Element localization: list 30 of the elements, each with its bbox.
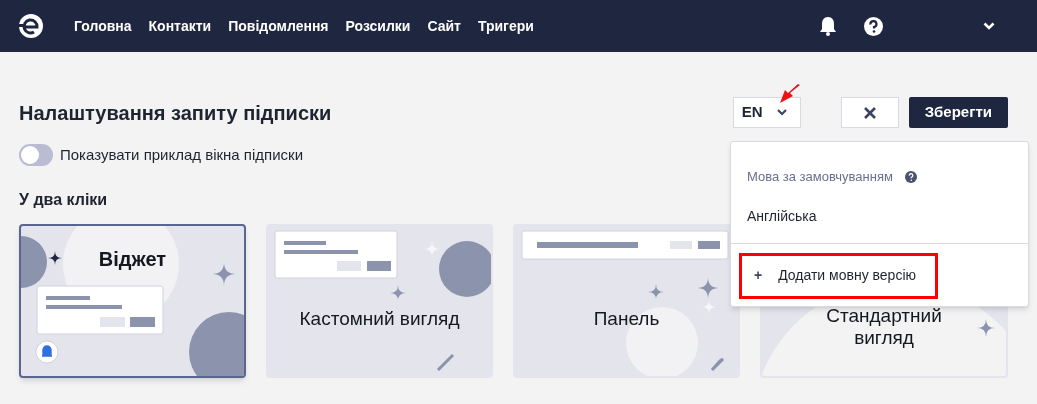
chevron-down-icon[interactable] <box>983 22 995 30</box>
card-title: Кастомний вигляд <box>299 306 460 331</box>
save-button[interactable]: Зберегти <box>908 97 1008 128</box>
nav-link[interactable]: Контакти <box>148 15 212 37</box>
nav-link[interactable]: Сайт <box>427 15 461 37</box>
template-card[interactable]: Віджет <box>19 223 246 378</box>
template-card[interactable]: Кастомний вигляд <box>266 223 493 378</box>
logo-icon[interactable] <box>18 13 44 39</box>
card-title: Стандартний вигляд <box>825 304 943 349</box>
nav-link[interactable]: Тригери <box>477 15 534 37</box>
add-language-version-button[interactable]: + Додати мовну версію <box>739 252 938 299</box>
chevron-down-icon <box>776 109 787 116</box>
page-title: Налаштування запиту підписки <box>19 100 332 126</box>
nav-link[interactable]: Головна <box>74 15 132 37</box>
help-icon[interactable] <box>864 16 883 36</box>
close-button[interactable] <box>840 97 899 128</box>
notification-bell-icon[interactable] <box>819 16 837 36</box>
close-icon <box>863 106 876 119</box>
toggle-label: Показувати приклад вікна підписки <box>60 145 304 165</box>
section-title: У два кліки <box>18 189 109 210</box>
card-title: Віджет <box>98 246 167 272</box>
dropdown-section-label: Мова за замовчуванням <box>747 168 893 186</box>
card-title: Панель <box>593 306 660 331</box>
template-card[interactable]: Панель <box>513 223 740 378</box>
pointer-arrow-icon <box>779 84 801 104</box>
nav-link[interactable]: Розсилки <box>345 15 411 37</box>
nav-link[interactable]: Повідомлення <box>228 15 329 37</box>
help-icon[interactable] <box>904 170 917 183</box>
toggle-switch[interactable] <box>19 144 53 167</box>
language-select[interactable]: EN <box>732 97 801 128</box>
